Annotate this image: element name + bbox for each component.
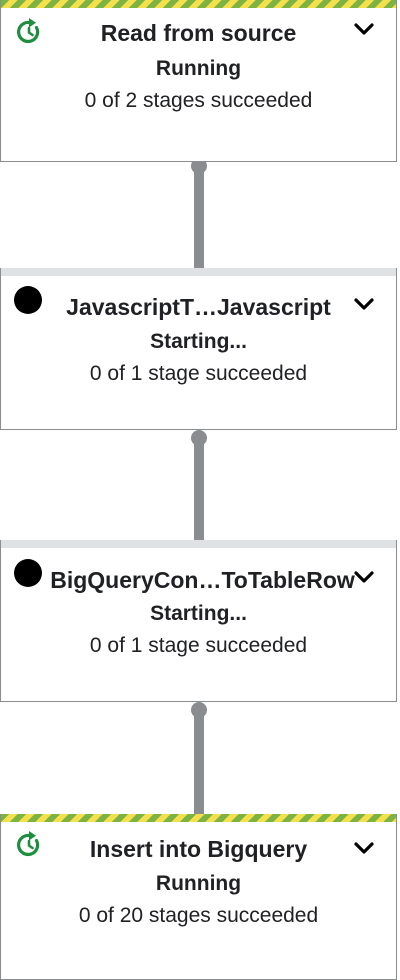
step-stages-summary: 0 of 20 stages succeeded bbox=[78, 904, 319, 927]
step-state: Running bbox=[155, 872, 242, 895]
running-refresh-icon bbox=[17, 831, 40, 857]
pending-status-stripe bbox=[1, 268, 396, 276]
step-stages-summary: 0 of 2 stages succeeded bbox=[84, 89, 313, 112]
pending-dot-icon bbox=[14, 559, 42, 587]
step-stages-summary: 0 of 1 stage succeeded bbox=[89, 634, 308, 657]
step-card[interactable]: Read from source Running 0 of 2 stages s… bbox=[0, 0, 397, 162]
step-card[interactable]: BigQueryCon…ToTableRow Starting... 0 of … bbox=[0, 540, 397, 702]
step-card[interactable]: JavascriptT…Javascript Starting... 0 of … bbox=[0, 268, 397, 430]
step-connector bbox=[191, 430, 207, 542]
chevron-down-icon[interactable] bbox=[354, 22, 374, 38]
step-card[interactable]: Insert into Bigquery Running 0 of 20 sta… bbox=[0, 814, 397, 980]
chevron-down-icon[interactable] bbox=[354, 841, 374, 857]
running-status-stripe bbox=[1, 814, 396, 822]
chevron-down-icon[interactable] bbox=[354, 297, 374, 313]
step-state: Starting... bbox=[150, 602, 247, 625]
step-state: Starting... bbox=[150, 330, 247, 353]
running-status-stripe bbox=[1, 0, 396, 8]
pending-dot-icon bbox=[14, 286, 42, 314]
step-connector bbox=[191, 702, 207, 814]
step-title: BigQueryCon…ToTableRow bbox=[50, 567, 355, 593]
pending-status-stripe bbox=[1, 540, 396, 548]
pipeline-graph: Read from source Running 0 of 2 stages s… bbox=[0, 0, 400, 980]
step-title: JavascriptT…Javascript bbox=[66, 294, 331, 320]
chevron-down-icon[interactable] bbox=[354, 570, 374, 586]
step-title: Read from source bbox=[100, 20, 297, 46]
running-refresh-icon bbox=[17, 18, 40, 44]
step-title: Insert into Bigquery bbox=[89, 836, 308, 862]
step-stages-summary: 0 of 1 stage succeeded bbox=[89, 362, 308, 385]
step-state: Running bbox=[155, 57, 242, 80]
step-connector bbox=[191, 158, 207, 270]
